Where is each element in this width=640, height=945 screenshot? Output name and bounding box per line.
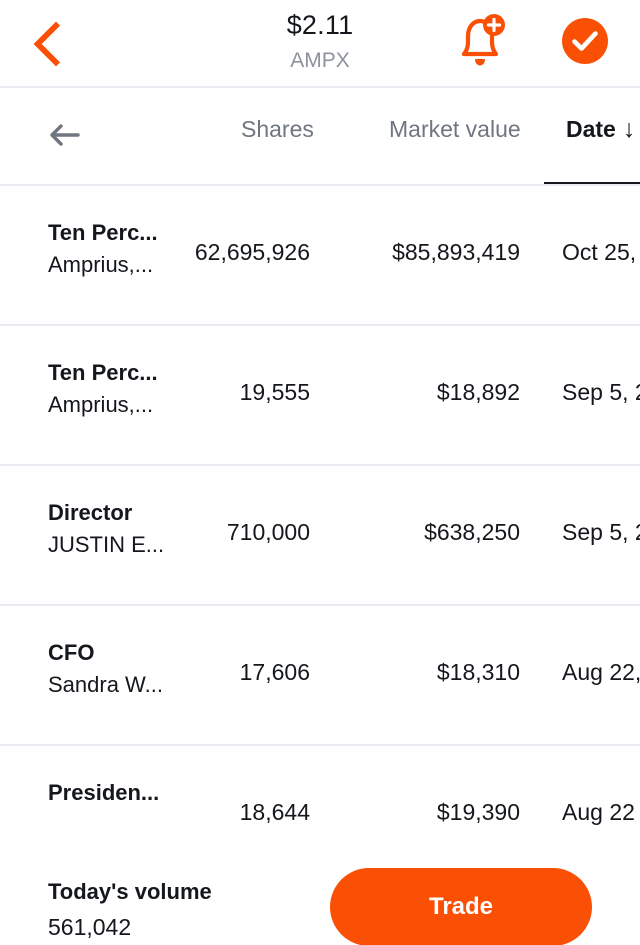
table-row[interactable]: CFO Sandra W... 17,606 $18,310 Aug 22, <box>0 606 640 746</box>
chevron-left-icon <box>33 21 79 67</box>
top-bar: $2.11 AMPX <box>0 0 640 88</box>
row-role: Presiden... <box>48 780 160 805</box>
row-name: Sandra W... <box>48 672 163 697</box>
row-shares: 710,000 <box>226 519 310 545</box>
price-value: $2.11 <box>286 10 354 40</box>
row-shares: 17,606 <box>239 659 310 685</box>
row-role: Ten Perc... <box>48 220 158 245</box>
row-role: CFO <box>48 640 95 665</box>
row-market-value: $19,390 <box>436 799 520 825</box>
check-circle-filled-icon <box>562 18 608 64</box>
create-alert-button[interactable] <box>452 10 508 76</box>
table-row[interactable]: Ten Perc... Amprius,... 62,695,926 $85,8… <box>0 186 640 326</box>
table-row[interactable]: Ten Perc... Amprius,... 19,555 $18,892 S… <box>0 326 640 466</box>
row-role: Ten Perc... <box>48 360 158 385</box>
row-market-value: $18,310 <box>436 659 520 685</box>
row-shares: 18,644 <box>239 799 310 825</box>
bell-plus-icon <box>461 14 505 66</box>
bottom-action-bar: Today's volume 561,042 Trade <box>0 855 640 945</box>
row-date: Aug 22 <box>562 799 635 825</box>
row-shares: 19,555 <box>239 379 310 405</box>
sort-descending-arrow-icon: ↓ <box>622 115 636 143</box>
table-column-header: Shares Market value Date ↓ <box>0 88 640 186</box>
stock-detail-screen: $2.11 AMPX Shares Market value Date ↓ Te… <box>0 0 640 945</box>
arrow-left-icon <box>50 124 80 146</box>
table-row[interactable]: Director JUSTIN E... 710,000 $638,250 Se… <box>0 466 640 606</box>
row-date: Sep 5, 2 <box>562 519 640 545</box>
symbol-summary: $2.11 AMPX <box>0 8 640 76</box>
column-header-market-value[interactable]: Market value <box>389 112 521 146</box>
row-market-value: $638,250 <box>424 519 520 545</box>
row-name: Amprius,... <box>48 392 154 417</box>
row-market-value: $18,892 <box>436 379 520 405</box>
trade-button[interactable]: Trade <box>330 868 592 945</box>
todays-volume-label: Today's volume <box>48 879 212 904</box>
back-button[interactable] <box>24 12 88 76</box>
row-shares: 62,695,926 <box>194 239 310 265</box>
row-name: Amprius,... <box>48 252 154 277</box>
row-name: JUSTIN E... <box>48 532 165 557</box>
row-date: Oct 25, <box>562 239 637 265</box>
watchlist-toggle-button[interactable] <box>562 18 608 64</box>
row-role: Director <box>48 500 133 525</box>
column-header-date[interactable]: Date ↓ <box>566 112 635 146</box>
column-header-shares[interactable]: Shares <box>241 112 314 146</box>
todays-volume-value: 561,042 <box>48 914 132 940</box>
row-date: Sep 5, 2 <box>562 379 640 405</box>
insider-transactions-table: Ten Perc... Amprius,... 62,695,926 $85,8… <box>0 186 640 886</box>
ticker-symbol: AMPX <box>290 49 350 72</box>
scroll-columns-left-button[interactable] <box>40 110 90 160</box>
column-header-date-label: Date <box>566 116 616 142</box>
row-market-value: $85,893,419 <box>392 239 520 265</box>
row-date: Aug 22, <box>562 659 640 685</box>
